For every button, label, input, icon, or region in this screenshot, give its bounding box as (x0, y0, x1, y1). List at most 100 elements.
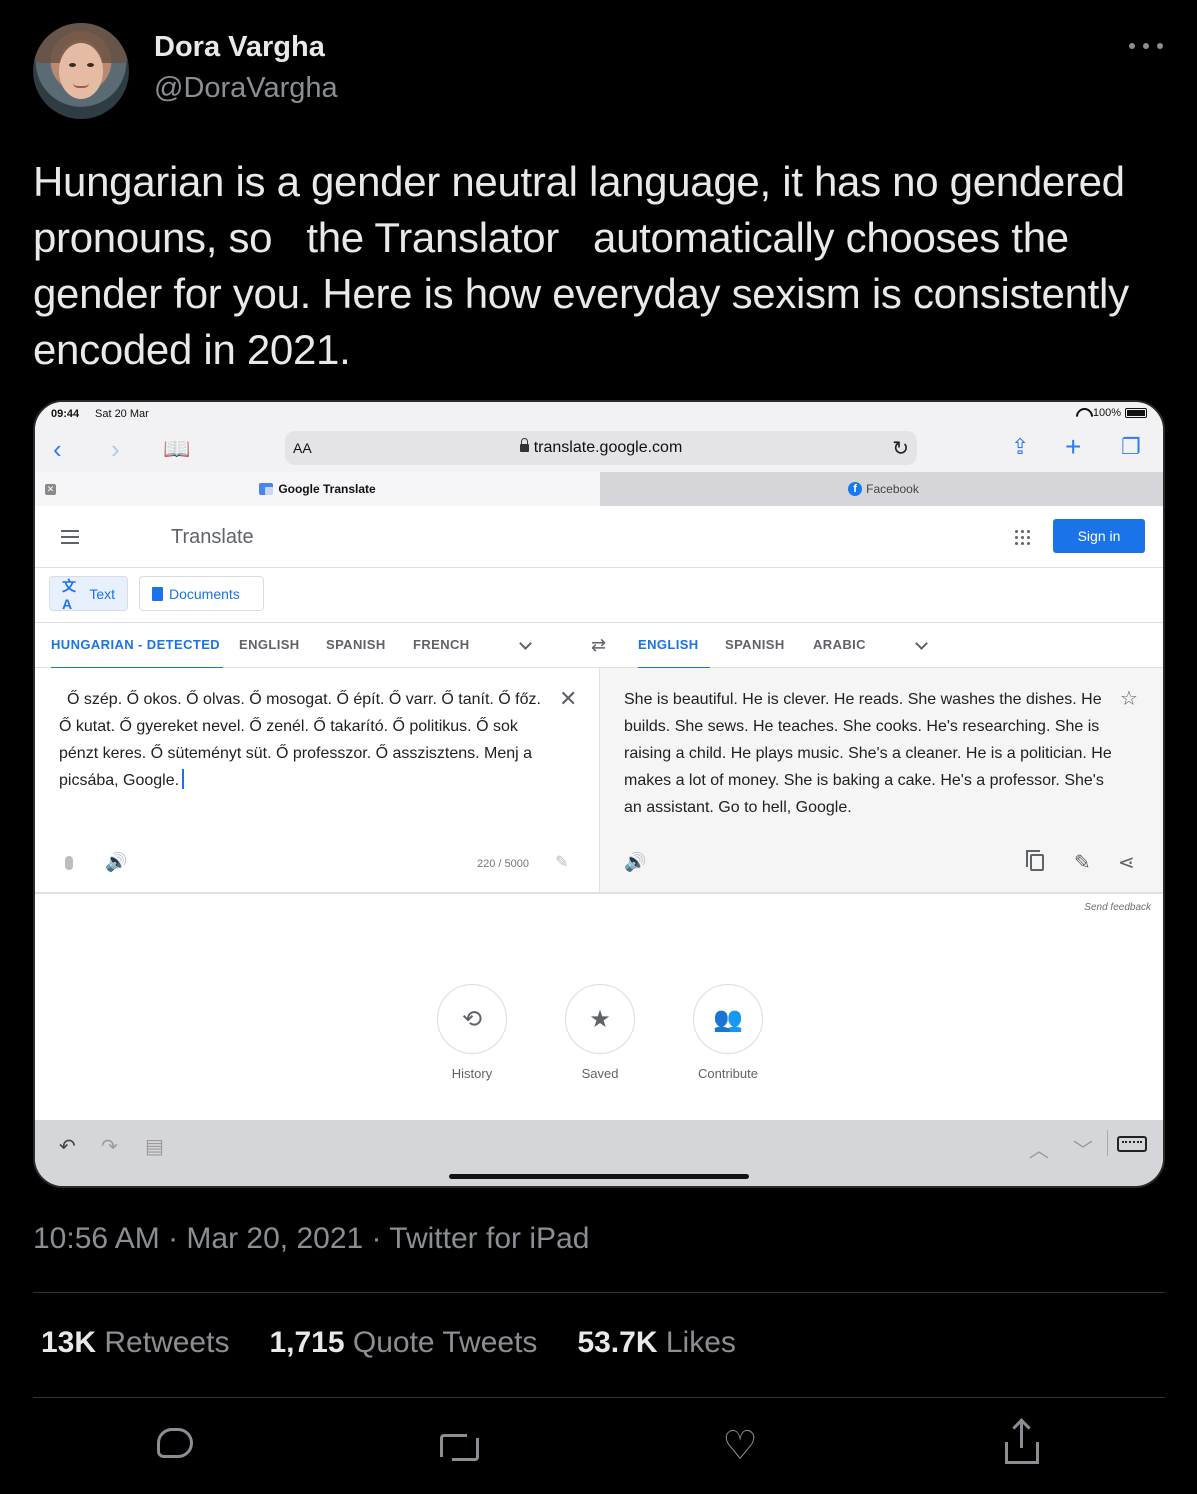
history-icon: ⟲ (437, 984, 507, 1054)
quote-tweets-stat[interactable]: 1,715 Quote Tweets (269, 1326, 537, 1360)
quotes-label: Quote Tweets (352, 1326, 538, 1359)
edit-icon[interactable]: ✎ (1074, 850, 1091, 875)
contribute-button[interactable]: 👥 Contribute (683, 984, 773, 1081)
documents-mode-button[interactable]: Documents (139, 576, 264, 611)
paste-icon[interactable]: ▤ (145, 1134, 164, 1159)
clear-icon[interactable]: ✕ (559, 688, 577, 710)
close-tab-icon[interactable]: ✕ (45, 484, 56, 495)
tweet-media-screenshot[interactable]: 09:44 Sat 20 Mar 100% ‹ › 📖 AA translate… (33, 400, 1165, 1188)
share-button[interactable] (1000, 1422, 1044, 1468)
like-button[interactable]: ♡ (718, 1424, 762, 1468)
retweets-stat[interactable]: 13K Retweets (41, 1326, 229, 1360)
target-lang-tab[interactable]: SPANISH (725, 623, 785, 669)
more-icon[interactable] (1129, 38, 1163, 54)
safari-toolbar: ‹ › 📖 AA translate.google.com ↻ ⇪ + ❐ (35, 426, 1163, 472)
chevron-up-icon[interactable]: ︿ (1029, 1134, 1049, 1163)
ipad-status-bar: 09:44 Sat 20 Mar 100% (35, 402, 1163, 426)
author-name[interactable]: Dora Vargha (154, 31, 325, 64)
star-icon[interactable]: ☆ (1120, 686, 1138, 711)
share-icon (1005, 1422, 1039, 1464)
status-time: 09:44 (51, 408, 80, 420)
tweet-timestamp[interactable]: 10:56 AM · Mar 20, 2021 · Twitter for iP… (33, 1222, 589, 1256)
copy-icon[interactable] (1026, 850, 1044, 871)
tweet-stats: 13K Retweets 1,715 Quote Tweets 53.7K Li… (41, 1326, 776, 1360)
reply-icon (157, 1428, 193, 1458)
contribute-icon: 👥 (693, 984, 763, 1054)
document-icon (152, 586, 163, 601)
likes-count: 53.7K (577, 1326, 658, 1359)
url-text: translate.google.com (533, 439, 683, 456)
saved-icon: ★ (565, 984, 635, 1054)
chevron-down-icon[interactable]: ﹀ (1073, 1134, 1093, 1163)
like-icon: ♡ (722, 1424, 758, 1468)
lock-icon (519, 438, 529, 452)
translate-header: Translate Sign in (35, 506, 1163, 568)
likes-label: Likes (665, 1326, 736, 1359)
hamburger-icon[interactable] (61, 530, 79, 544)
contribute-label: Contribute (698, 1066, 758, 1081)
facebook-favicon: f (848, 482, 863, 496)
target-lang-tab[interactable]: ENGLISH (638, 623, 710, 669)
bookmarks-icon[interactable]: 📖 (163, 436, 190, 462)
documents-mode-label: Documents (169, 585, 240, 602)
page-title[interactable]: Translate (171, 526, 254, 549)
chevron-down-icon[interactable] (519, 637, 532, 650)
share-icon[interactable]: ⇪ (1011, 434, 1029, 460)
apps-icon[interactable] (1015, 530, 1030, 545)
history-button[interactable]: ⟲ History (437, 984, 507, 1081)
divider (33, 1292, 1165, 1293)
source-text[interactable]: Ő szép. Ő okos. Ő olvas. Ő mosogat. Ő ép… (59, 691, 541, 789)
translated-text: She is beautiful. He is clever. He reads… (624, 691, 1112, 816)
tabs-icon[interactable]: ❐ (1121, 434, 1141, 460)
source-text-area[interactable]: Ő szép. Ő okos. Ő olvas. Ő mosogat. Ő ép… (35, 668, 600, 894)
saved-label: Saved (581, 1066, 619, 1081)
home-indicator (449, 1174, 749, 1179)
send-feedback-link[interactable]: Send feedback (1084, 902, 1151, 913)
likes-stat[interactable]: 53.7K Likes (577, 1326, 735, 1360)
google-translate-favicon (259, 483, 274, 495)
retweet-icon (438, 1432, 479, 1461)
author-handle[interactable]: @DoraVargha (154, 72, 338, 105)
divider (33, 1397, 1165, 1398)
retweet-button[interactable] (436, 1424, 480, 1468)
translate-icon: 文A (62, 577, 76, 612)
avatar[interactable] (33, 23, 129, 119)
chevron-down-icon[interactable] (915, 637, 928, 650)
source-lang-tab[interactable]: FRENCH (413, 623, 470, 669)
language-bar: HUNGARIAN - DETECTED ENGLISH SPANISH FRE… (35, 622, 1163, 669)
text-cursor (182, 769, 185, 789)
status-date: Sat 20 Mar (95, 408, 149, 420)
wifi-icon (1076, 408, 1089, 418)
tab-google-translate[interactable]: ✕ Google Translate (35, 472, 600, 506)
mic-icon[interactable] (65, 856, 73, 870)
speaker-icon[interactable]: 🔊 (105, 852, 127, 873)
source-lang-tab[interactable]: ENGLISH (239, 623, 300, 669)
target-lang-tab[interactable]: ARABIC (813, 623, 866, 669)
redo-icon[interactable]: ↷ (101, 1134, 118, 1159)
speaker-icon[interactable]: 🔊 (624, 852, 646, 873)
source-lang-tab[interactable]: SPANISH (326, 623, 386, 669)
sign-in-button[interactable]: Sign in (1053, 519, 1145, 553)
keyboard-icon[interactable] (1117, 1136, 1147, 1152)
translation-output: She is beautiful. He is clever. He reads… (600, 668, 1163, 894)
new-tab-icon[interactable]: + (1065, 433, 1081, 461)
battery-icon (1125, 408, 1147, 418)
source-lang-tab[interactable]: HUNGARIAN - DETECTED (51, 623, 223, 669)
battery-percent: 100% (1092, 407, 1121, 419)
edit-icon[interactable]: ✎ (555, 852, 568, 872)
quotes-count: 1,715 (269, 1326, 345, 1359)
swap-icon[interactable]: ⇄ (591, 635, 606, 656)
undo-icon[interactable]: ↶ (59, 1134, 76, 1159)
reload-icon[interactable]: ↻ (892, 436, 909, 461)
reply-button[interactable] (153, 1424, 197, 1468)
share-icon[interactable]: ⋖ (1118, 850, 1135, 875)
mode-selector: 文A Text Documents (35, 568, 1163, 622)
keyboard-shortcut-bar: ↶ ↷ ▤ ︿ ﹀ (35, 1120, 1163, 1186)
tab-facebook[interactable]: f Facebook (600, 472, 1163, 506)
forward-icon[interactable]: › (111, 436, 120, 462)
text-mode-button[interactable]: 文A Text (49, 576, 128, 612)
saved-button[interactable]: ★ Saved (565, 984, 635, 1081)
address-bar[interactable]: AA translate.google.com ↻ (285, 431, 917, 465)
retweets-label: Retweets (104, 1326, 230, 1359)
back-icon[interactable]: ‹ (53, 436, 62, 462)
